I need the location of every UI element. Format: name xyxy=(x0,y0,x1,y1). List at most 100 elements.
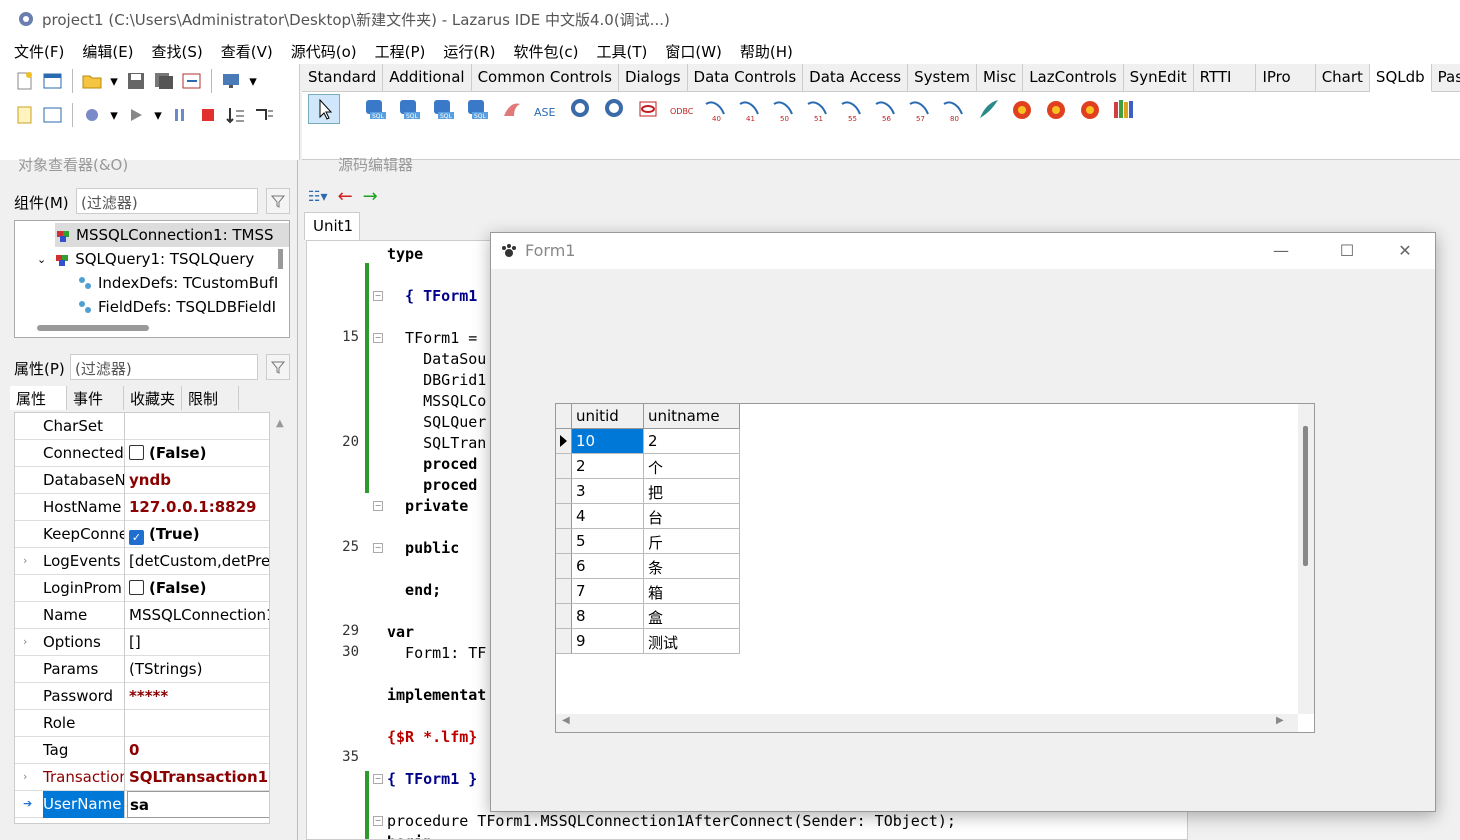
menu-file[interactable]: 文件(F) xyxy=(10,41,68,62)
postgres-elephant-icon[interactable] xyxy=(566,96,594,122)
chevron-down-icon[interactable]: ⌄ xyxy=(37,253,46,266)
mysql-dolphin-icon[interactable]: 80 xyxy=(940,96,968,122)
palette-tab-common-controls[interactable]: Common Controls xyxy=(472,64,619,92)
tab-favorites[interactable]: 收藏夹 xyxy=(124,386,183,410)
checkbox-checked[interactable]: ✓ xyxy=(129,530,144,545)
palette-tab-system[interactable]: System xyxy=(908,64,978,92)
checkbox[interactable] xyxy=(129,580,144,595)
toggle-form-unit-icon[interactable] xyxy=(181,70,203,92)
grid-cell[interactable]: 个 xyxy=(644,454,740,479)
checkbox[interactable] xyxy=(129,445,144,460)
tree-vertical-scrollbar[interactable] xyxy=(278,249,283,269)
grid-cell[interactable]: 2 xyxy=(644,429,740,454)
tree-item-indexdefs[interactable]: IndexDefs: TCustomBufI xyxy=(77,271,278,295)
sqlite-feather-icon[interactable] xyxy=(974,96,1002,122)
sql-database-icon[interactable]: SQL xyxy=(362,96,390,122)
menu-project[interactable]: 工程(P) xyxy=(371,41,430,62)
tab-properties[interactable]: 属性 xyxy=(10,386,68,410)
menu-view[interactable]: 查看(V) xyxy=(217,41,277,62)
sql-database-icon[interactable]: SQL xyxy=(464,96,492,122)
palette-tab-data-access[interactable]: Data Access xyxy=(803,64,909,92)
odbc-icon[interactable]: ODBC xyxy=(668,96,696,122)
grid-cell[interactable]: 测试 xyxy=(644,629,740,654)
firebird-icon[interactable] xyxy=(1042,96,1070,122)
chevron-down-icon[interactable]: ▾ xyxy=(248,70,258,92)
palette-tab-sqldb[interactable]: SQLdb xyxy=(1369,64,1432,92)
property-row[interactable]: Password ***** xyxy=(15,683,269,710)
pause-icon[interactable] xyxy=(169,104,191,126)
postgres-elephant-icon[interactable] xyxy=(600,96,628,122)
clear-filter-button[interactable] xyxy=(266,188,290,214)
property-filter-input[interactable]: (过滤器) xyxy=(70,354,258,380)
firebird-icon[interactable] xyxy=(1008,96,1036,122)
grid-cell[interactable]: 9 xyxy=(572,629,644,654)
tree-item-fielddefs[interactable]: FieldDefs: TSQLDBFieldI xyxy=(77,295,276,319)
property-row[interactable]: LoginProm (False) xyxy=(15,575,269,602)
tab-events[interactable]: 事件 xyxy=(67,386,125,410)
palette-tab-data-controls[interactable]: Data Controls xyxy=(688,64,804,92)
menu-search[interactable]: 查找(S) xyxy=(148,41,207,62)
mysql-dolphin-icon[interactable]: 41 xyxy=(736,96,764,122)
tree-item-mssqlconnection[interactable]: MSSQLConnection1: TMSS xyxy=(55,223,289,247)
palette-tab-standard[interactable]: Standard xyxy=(302,64,384,92)
editor-tab-unit1[interactable]: Unit1 xyxy=(304,212,360,240)
property-row[interactable]: KeepConne ✓ (True) xyxy=(15,521,269,548)
mysql-dolphin-icon[interactable]: 55 xyxy=(838,96,866,122)
property-row[interactable]: Role xyxy=(15,710,269,737)
sql-database-icon[interactable]: SQL xyxy=(396,96,424,122)
palette-tab-pascal-script[interactable]: Pascal S xyxy=(1432,64,1460,92)
new-unit-icon[interactable] xyxy=(14,70,36,92)
sql-database-icon[interactable]: SQL xyxy=(430,96,458,122)
grid-cell[interactable]: 7 xyxy=(572,579,644,604)
palette-tab-additional[interactable]: Additional xyxy=(383,64,472,92)
chevron-down-icon[interactable]: ▾ xyxy=(109,104,119,126)
firebird-icon[interactable] xyxy=(1076,96,1104,122)
property-row[interactable]: Connected (False) xyxy=(15,440,269,467)
forward-arrow-icon[interactable]: → xyxy=(363,186,378,207)
tree-item-sqlquery[interactable]: ⌄ SQLQuery1: TSQLQuery xyxy=(37,247,254,271)
property-row[interactable]: HostName 127.0.0.1:8829 xyxy=(15,494,269,521)
column-header-unitid[interactable]: unitid xyxy=(572,404,644,429)
mysql-dolphin-icon[interactable]: 40 xyxy=(702,96,730,122)
back-arrow-icon[interactable]: ← xyxy=(338,186,353,207)
menu-source[interactable]: 源代码(o) xyxy=(287,41,361,62)
chevron-down-icon[interactable]: ▾ xyxy=(109,70,119,92)
property-row[interactable]: › LogEvents [detCustom,detPrep xyxy=(15,548,269,575)
run-icon[interactable] xyxy=(125,104,147,126)
clear-property-filter-button[interactable] xyxy=(266,354,290,380)
menu-run[interactable]: 运行(R) xyxy=(439,41,499,62)
scroll-left-icon[interactable]: ◀ xyxy=(562,715,570,726)
chevron-right-icon[interactable]: › xyxy=(23,770,27,783)
palette-tab-synedit[interactable]: SynEdit xyxy=(1124,64,1194,92)
grid-cell[interactable]: 6 xyxy=(572,554,644,579)
minimize-icon[interactable]: — xyxy=(1269,241,1293,261)
grid-cell[interactable]: 条 xyxy=(644,554,740,579)
open-folder-icon[interactable] xyxy=(81,70,103,92)
grid-horizontal-scrollbar[interactable]: ◀ ▶ xyxy=(556,714,1298,732)
palette-tab-rtti[interactable]: RTTI xyxy=(1194,64,1257,92)
palette-tab-chart[interactable]: Chart xyxy=(1316,64,1370,92)
grid-cell[interactable]: 盒 xyxy=(644,604,740,629)
tree-horizontal-scrollbar[interactable] xyxy=(37,325,149,331)
chevron-right-icon[interactable]: › xyxy=(23,635,27,648)
mysql-dolphin-icon[interactable]: 50 xyxy=(770,96,798,122)
property-row[interactable]: Tag 0 xyxy=(15,737,269,764)
grid-cell[interactable]: 台 xyxy=(644,504,740,529)
save-icon[interactable] xyxy=(125,70,147,92)
menu-package[interactable]: 软件包(c) xyxy=(510,41,583,62)
step-over-icon[interactable] xyxy=(253,104,275,126)
close-icon[interactable]: ✕ xyxy=(1393,241,1417,261)
monitor-icon[interactable] xyxy=(220,70,242,92)
palette-tab-lazcontrols[interactable]: LazControls xyxy=(1023,64,1124,92)
tab-restricted[interactable]: 限制 xyxy=(182,386,240,410)
chevron-down-icon[interactable]: ▾ xyxy=(153,104,163,126)
property-row[interactable]: DatabaseN yndb xyxy=(15,467,269,494)
palette-tab-dialogs[interactable]: Dialogs xyxy=(619,64,688,92)
grid-cell[interactable]: 斤 xyxy=(644,529,740,554)
mysql-dolphin-icon[interactable]: 51 xyxy=(804,96,832,122)
menu-help[interactable]: 帮助(H) xyxy=(736,41,797,62)
dolphin-icon[interactable] xyxy=(498,96,526,122)
grid-cell[interactable]: 3 xyxy=(572,479,644,504)
palette-tab-ipro[interactable]: IPro xyxy=(1256,64,1316,92)
grid-cell[interactable]: 把 xyxy=(644,479,740,504)
